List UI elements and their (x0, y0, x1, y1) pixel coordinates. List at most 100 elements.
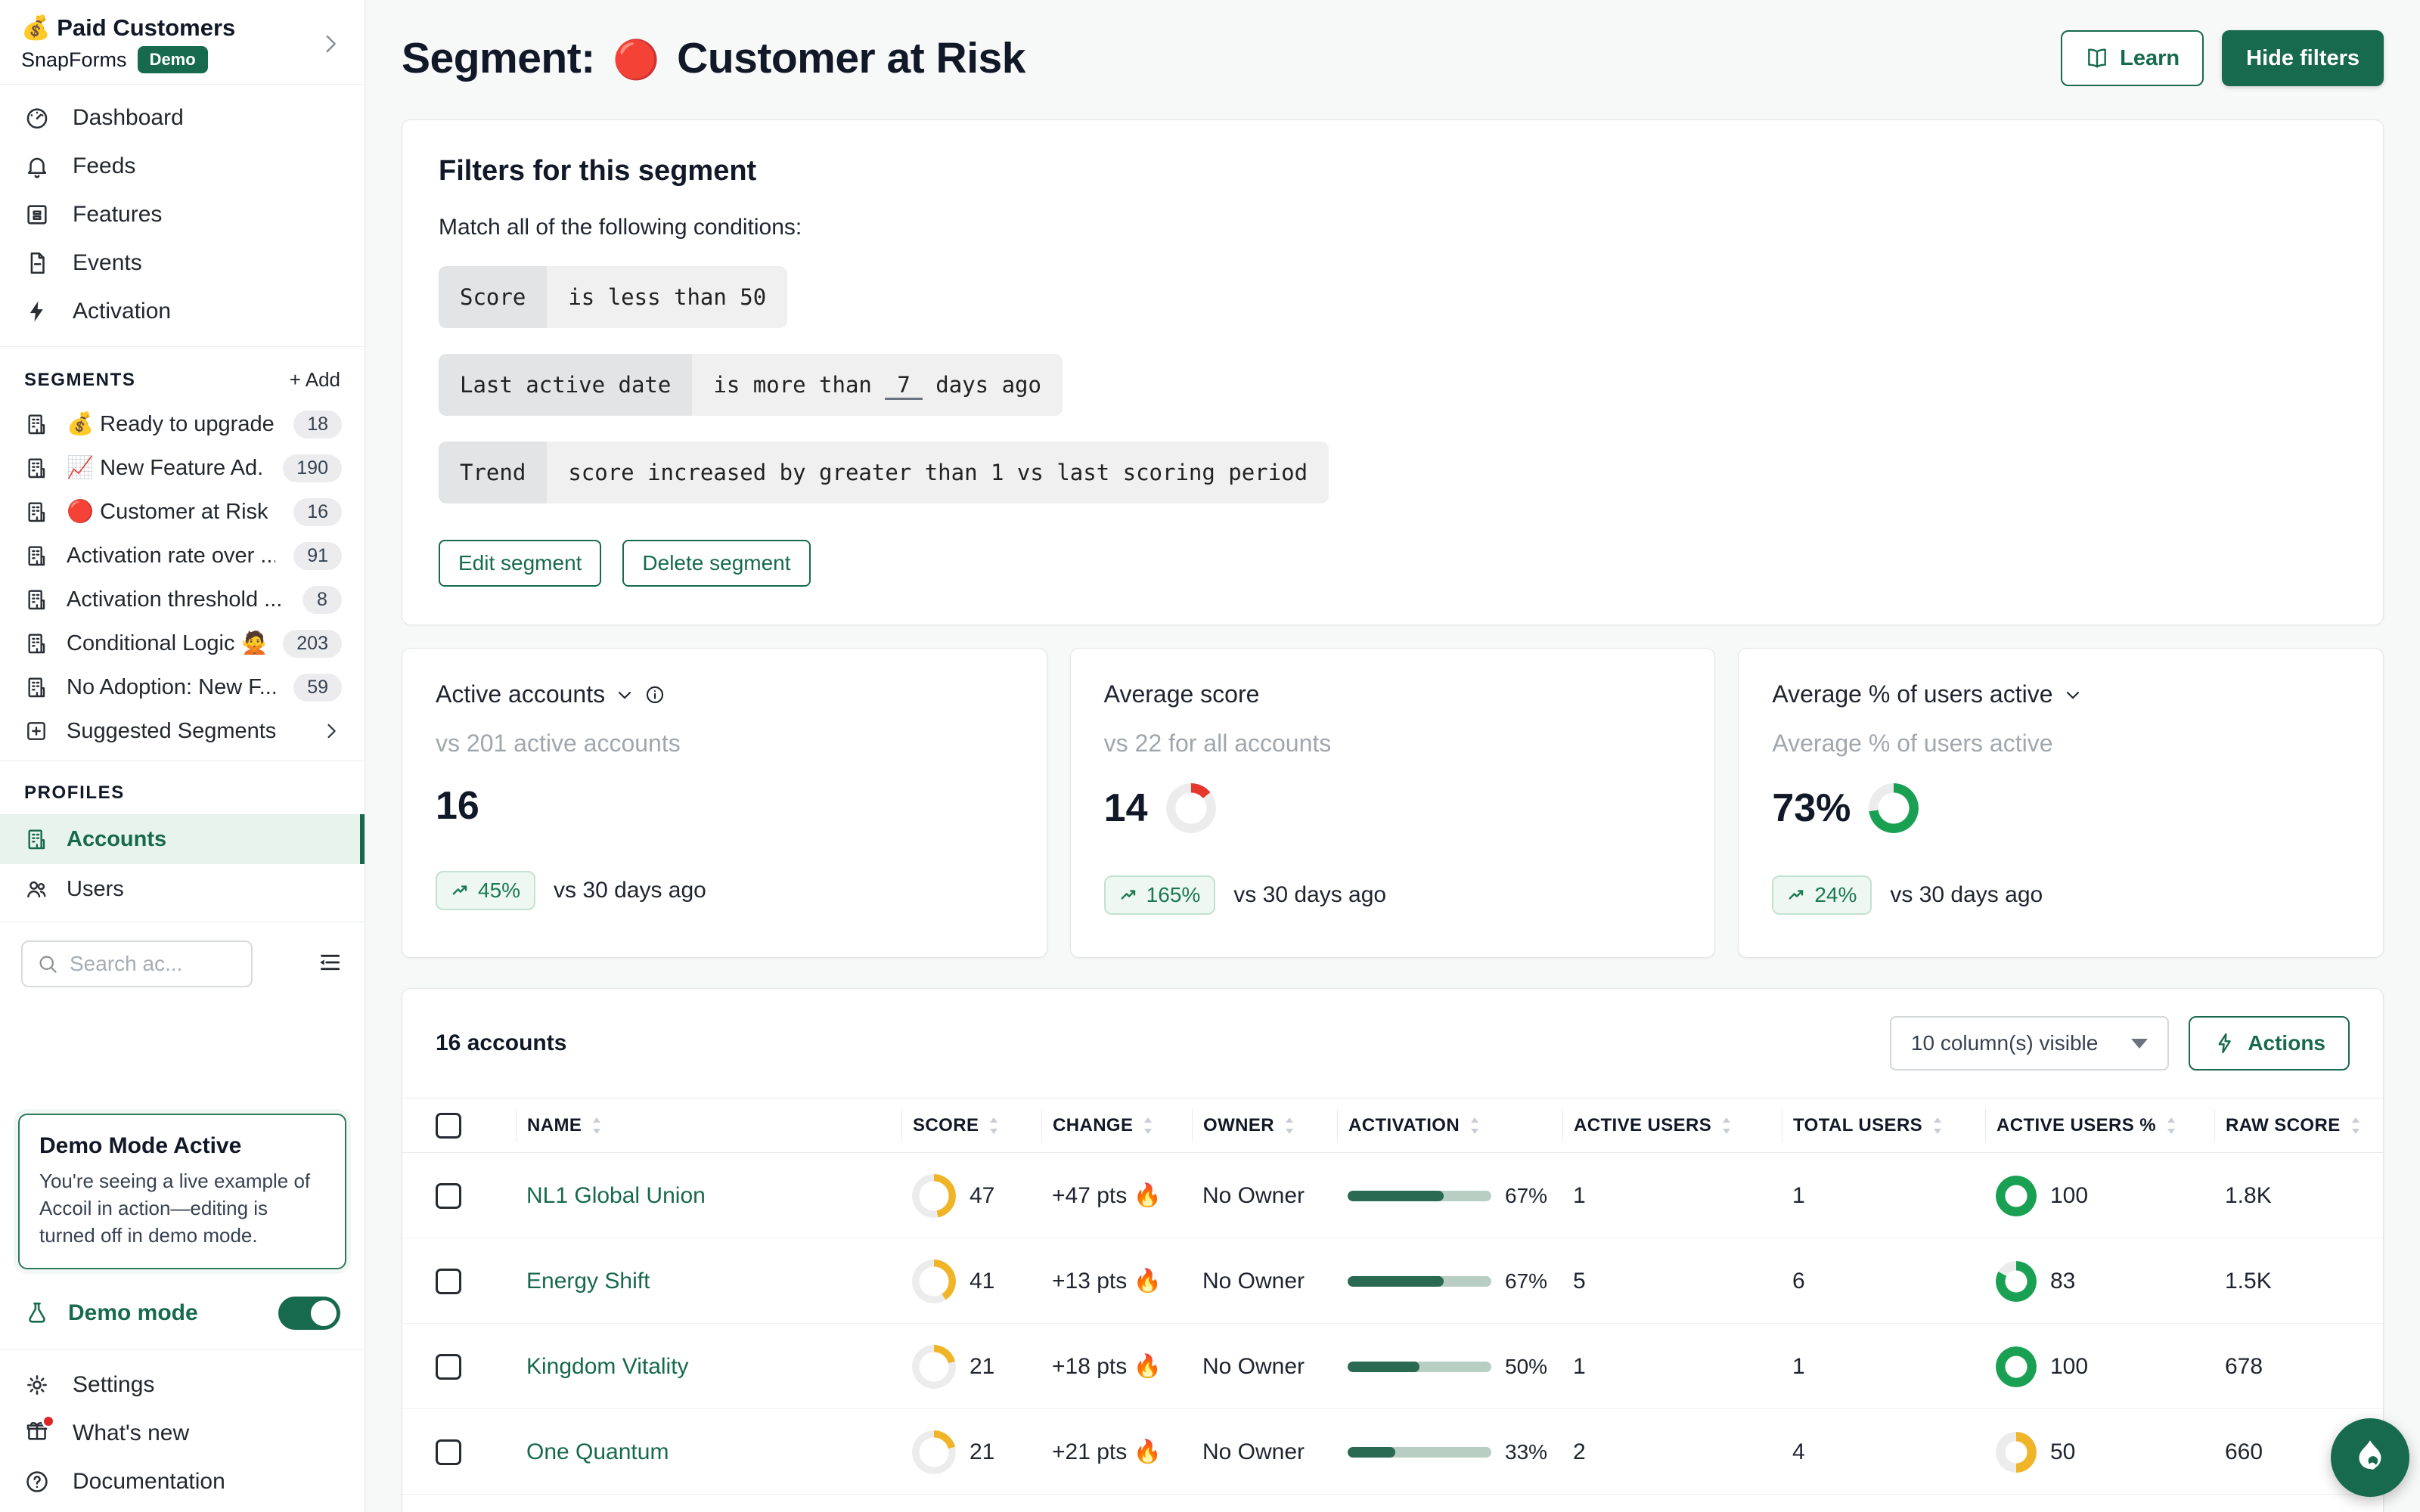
row-checkbox[interactable] (436, 1183, 461, 1209)
segment-item-activation-rate[interactable]: Activation rate over ...91 (0, 534, 365, 578)
percent-donut (1869, 783, 1919, 833)
columns-visible-dropdown[interactable]: 10 column(s) visible (1890, 1016, 2169, 1070)
sort-icon (1467, 1116, 1482, 1136)
segment-item-conditional-logic[interactable]: Conditional Logic 🙅203 (0, 621, 365, 665)
edit-segment-button[interactable]: Edit segment (439, 540, 601, 587)
collapse-sidebar-button[interactable] (315, 948, 343, 981)
gear-icon (24, 1372, 50, 1398)
segment-item-new-feature[interactable]: 📈 New Feature Ad...190 (0, 446, 365, 490)
sidebar-item-whats-new[interactable]: What's new (0, 1409, 365, 1458)
chevron-down-icon[interactable] (2062, 684, 2083, 705)
sort-icon (2348, 1116, 2363, 1136)
account-name-link[interactable]: Energy Shift (526, 1269, 650, 1294)
building-icon (24, 675, 48, 699)
sidebar-item-users[interactable]: Users (0, 864, 365, 914)
row-checkbox[interactable] (436, 1439, 461, 1465)
count-badge: 203 (283, 630, 342, 658)
count-badge: 59 (293, 674, 342, 702)
info-icon[interactable] (644, 684, 666, 705)
filter-condition-trend[interactable]: Trend score increased by greater than 1 … (439, 442, 1329, 503)
sidebar-item-accounts[interactable]: Accounts (0, 814, 365, 864)
count-badge: 190 (283, 454, 342, 482)
suggested-segments-item[interactable]: Suggested Segments (0, 709, 365, 753)
account-search[interactable] (21, 940, 253, 987)
sort-icon (1140, 1116, 1156, 1136)
features-icon (24, 202, 50, 228)
filter-condition-score[interactable]: Score is less than 50 (439, 266, 787, 328)
profiles-section: PROFILES Accounts Users (0, 761, 365, 922)
building-icon (24, 500, 48, 524)
row-checkbox[interactable] (436, 1269, 461, 1294)
score-donut (1166, 783, 1216, 833)
account-name-link[interactable]: Kingdom Vitality (526, 1354, 689, 1380)
score-donut (912, 1259, 956, 1303)
filter-condition-last-active[interactable]: Last active date is more than 7 days ago (439, 354, 1063, 416)
chevron-down-icon[interactable] (614, 684, 635, 705)
column-header-active-users-pct[interactable]: ACTIVE USERS % (1985, 1109, 2214, 1142)
sidebar-item-activation[interactable]: Activation (0, 287, 365, 336)
trend-note: vs 30 days ago (1890, 882, 2043, 908)
segments-heading: SEGMENTS (24, 370, 135, 391)
support-chat-button[interactable] (2331, 1418, 2409, 1497)
change-cell: +18 pts 🔥 (1041, 1324, 1192, 1409)
score-donut (912, 1430, 956, 1474)
sidebar-item-settings[interactable]: Settings (0, 1361, 365, 1409)
owner-cell: No Owner (1192, 1324, 1337, 1409)
days-value[interactable]: 7 (885, 372, 922, 400)
actions-button[interactable]: Actions (2189, 1016, 2350, 1070)
building-icon (24, 412, 48, 436)
stat-comparison: vs 22 for all accounts (1104, 730, 1682, 758)
row-checkbox[interactable] (436, 1354, 461, 1380)
book-icon (2085, 46, 2109, 70)
activation-bar (1348, 1191, 1491, 1201)
search-input[interactable] (70, 952, 221, 976)
account-name-link[interactable]: NL1 Global Union (526, 1183, 706, 1209)
workspace-switcher[interactable]: 💰 Paid Customers SnapForms Demo (0, 0, 365, 85)
sidebar-item-events[interactable]: Events (0, 239, 365, 287)
total-users-cell: 1 (1782, 1324, 1985, 1409)
column-header-active-users[interactable]: ACTIVE USERS (1562, 1109, 1782, 1142)
demo-mode-toggle[interactable] (278, 1297, 340, 1330)
add-segment-button[interactable]: + Add (290, 368, 340, 392)
select-all-checkbox[interactable] (436, 1113, 461, 1139)
collapse-sidebar-icon (315, 948, 343, 977)
stat-card-avg-users-active: Average % of users active Average % of u… (1738, 648, 2384, 958)
delete-segment-button[interactable]: Delete segment (622, 540, 810, 587)
column-header-change[interactable]: CHANGE (1041, 1109, 1192, 1142)
money-bag-emoji: 💰 (21, 14, 51, 41)
segment-item-no-adoption[interactable]: No Adoption: New F...59 (0, 665, 365, 709)
sort-icon (1282, 1116, 1297, 1136)
account-name-link[interactable]: One Quantum (526, 1439, 669, 1465)
sidebar-item-dashboard[interactable]: Dashboard (0, 94, 365, 142)
filters-title: Filters for this segment (439, 155, 2347, 187)
table-toolbar: 16 accounts 10 column(s) visible Actions (402, 989, 2383, 1098)
column-header-owner[interactable]: OWNER (1192, 1109, 1337, 1142)
active-pct-donut (1996, 1346, 2037, 1387)
sidebar-item-documentation[interactable]: Documentation (0, 1458, 365, 1506)
segment-item-customer-at-risk[interactable]: 🔴 Customer at Risk16 (0, 490, 365, 534)
sort-icon (589, 1116, 604, 1136)
column-header-activation[interactable]: ACTIVATION (1337, 1109, 1562, 1142)
sidebar-item-feeds[interactable]: Feeds (0, 142, 365, 191)
sort-icon (1719, 1116, 1734, 1136)
stat-label: Average score (1104, 680, 1260, 708)
column-header-score[interactable]: SCORE (901, 1109, 1041, 1142)
activation-bar (1348, 1447, 1491, 1458)
stat-value: 14 (1104, 785, 1148, 831)
segment-item-activation-threshold[interactable]: Activation threshold ...8 (0, 578, 365, 621)
table-header-row: NAME SCORE CHANGE OWNER ACTIVATION ACTIV… (402, 1098, 2383, 1153)
column-header-name[interactable]: NAME (516, 1109, 901, 1142)
segment-item-ready-to-upgrade[interactable]: 💰 Ready to upgrade18 (0, 402, 365, 446)
hide-filters-button[interactable]: Hide filters (2222, 30, 2384, 86)
trend-badge: 165% (1104, 875, 1216, 915)
change-cell: +13 pts 🔥 (1041, 1238, 1192, 1324)
demo-badge: Demo (138, 46, 208, 73)
column-header-raw-score[interactable]: RAW SCORE (2214, 1109, 2383, 1142)
sidebar-search-row (0, 922, 365, 1005)
column-header-total-users[interactable]: TOTAL USERS (1782, 1109, 1985, 1142)
learn-button[interactable]: Learn (2061, 30, 2204, 86)
accoil-flame-icon (2348, 1436, 2392, 1479)
sidebar-item-features[interactable]: Features (0, 191, 365, 239)
activation-bar (1348, 1362, 1491, 1372)
gauge-icon (24, 105, 50, 131)
